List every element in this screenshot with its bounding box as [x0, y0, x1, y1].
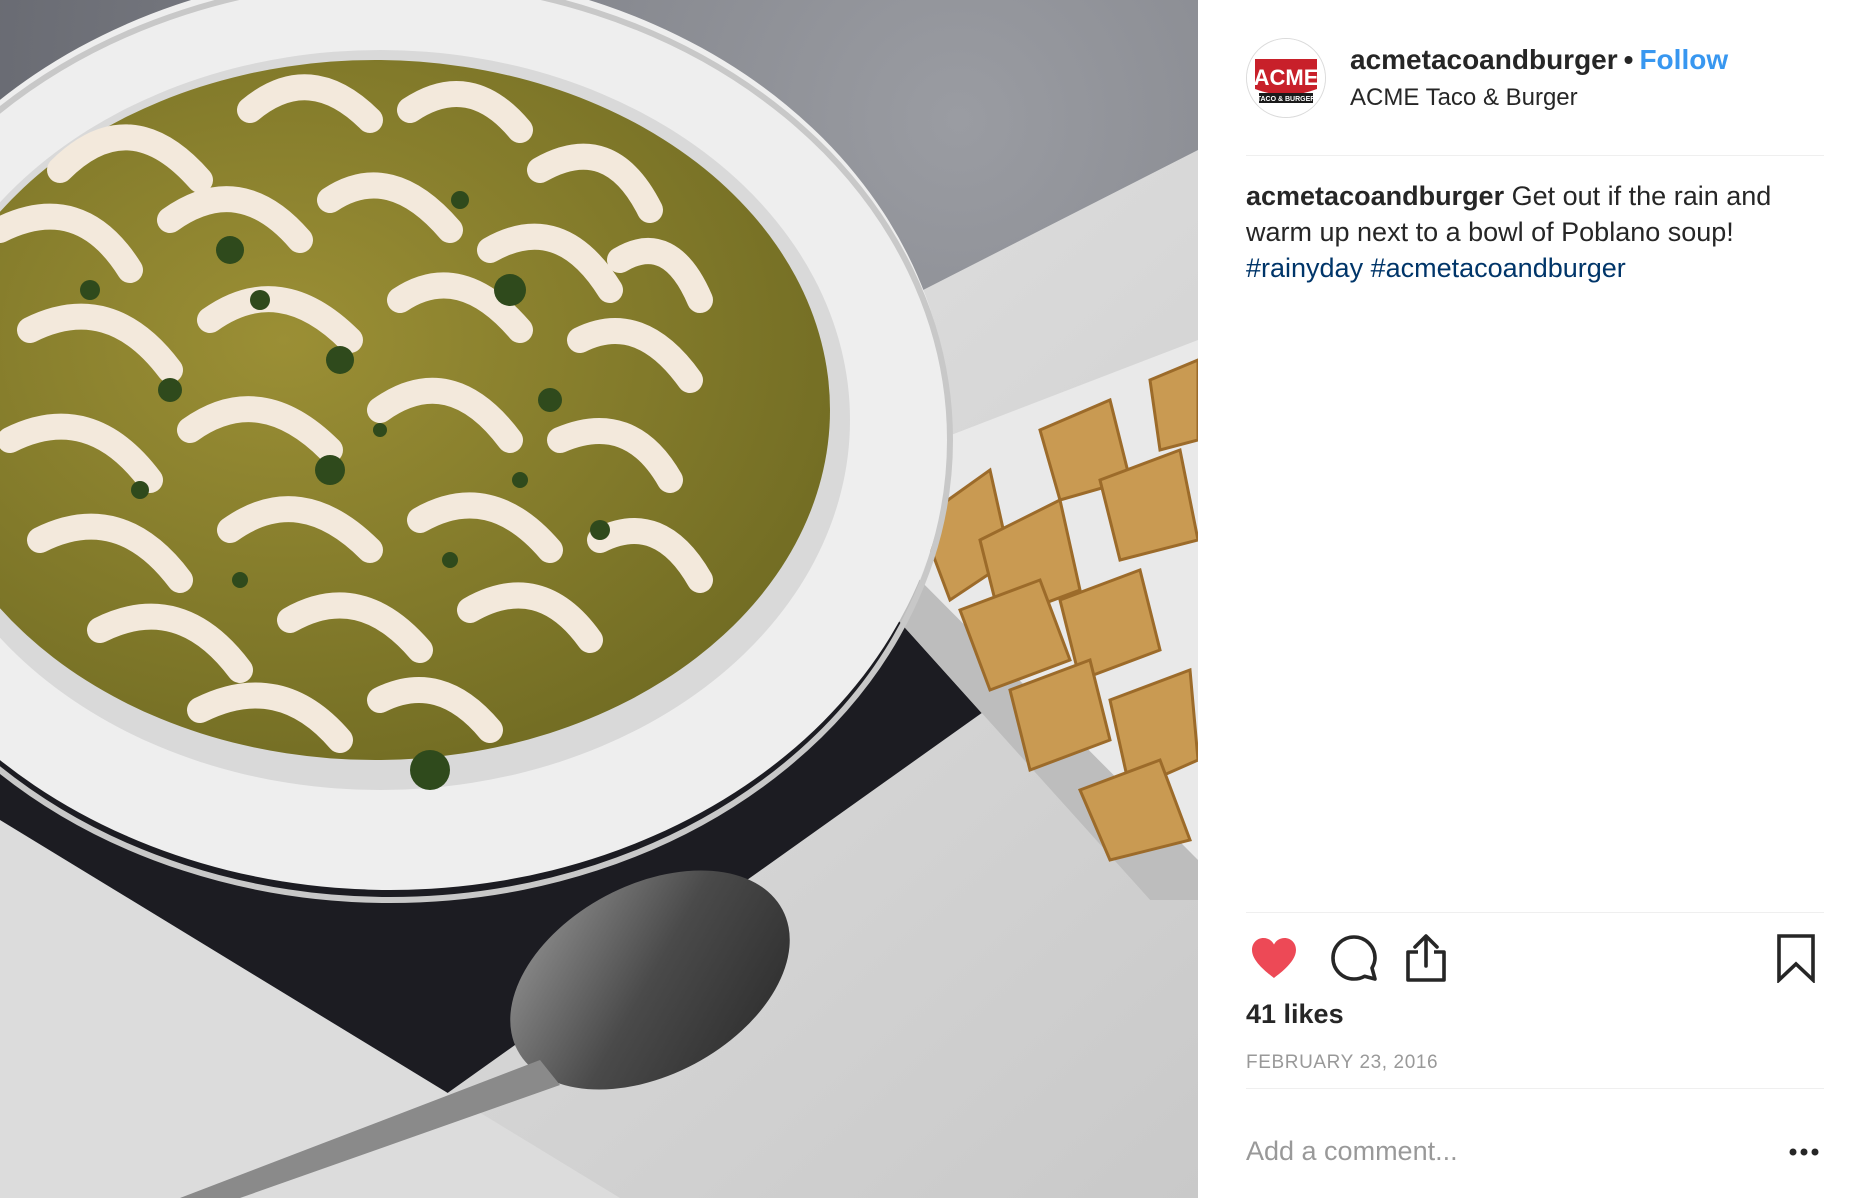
heart-icon — [1252, 938, 1296, 978]
header-divider — [1246, 155, 1824, 156]
post-side-panel: ACME TACO & BURGER acmetacoandburger • Fol… — [1198, 0, 1864, 1198]
post-header: ACME TACO & BURGER acmetacoandburger • Fol… — [1246, 38, 1824, 118]
comment-button[interactable] — [1326, 930, 1382, 986]
avatar[interactable]: ACME TACO & BURGER — [1246, 38, 1326, 118]
share-icon — [1406, 934, 1446, 982]
comment-section — [1246, 1128, 1824, 1174]
like-button[interactable] — [1246, 930, 1302, 986]
header-user-line: acmetacoandburger • Follow — [1350, 44, 1728, 76]
actions-divider — [1246, 912, 1824, 913]
separator-dot: • — [1623, 44, 1634, 75]
more-options-icon — [1789, 1148, 1819, 1156]
save-button[interactable] — [1768, 930, 1824, 986]
hashtag-acmetacoandburger[interactable]: #acmetacoandburger — [1371, 253, 1626, 283]
comment-divider — [1246, 1088, 1824, 1089]
comment-icon — [1331, 935, 1377, 981]
more-options-button[interactable] — [1784, 1132, 1824, 1172]
hashtag-rainyday[interactable]: #rainyday — [1246, 253, 1363, 283]
likes-count[interactable]: 41 likes — [1246, 999, 1344, 1030]
svg-text:TACO & BURGER: TACO & BURGER — [1257, 96, 1316, 103]
bookmark-icon — [1777, 934, 1815, 983]
location-link[interactable]: ACME Taco & Burger — [1350, 84, 1578, 112]
svg-text:ACME: ACME — [1254, 65, 1319, 90]
caption-username[interactable]: acmetacoandburger — [1246, 181, 1504, 211]
acme-logo-icon: ACME TACO & BURGER — [1247, 39, 1325, 117]
share-button[interactable] — [1398, 930, 1454, 986]
comment-input[interactable] — [1246, 1128, 1746, 1174]
post-date[interactable]: FEBRUARY 23, 2016 — [1246, 1052, 1438, 1074]
follow-button[interactable]: Follow — [1639, 44, 1728, 75]
post-photo[interactable] — [0, 0, 1198, 1198]
username-link[interactable]: acmetacoandburger — [1350, 44, 1618, 75]
post-caption: acmetacoandburger Get out if the rain an… — [1246, 178, 1824, 286]
soup-photo-illustration — [0, 0, 1198, 1198]
action-bar — [1246, 930, 1824, 986]
